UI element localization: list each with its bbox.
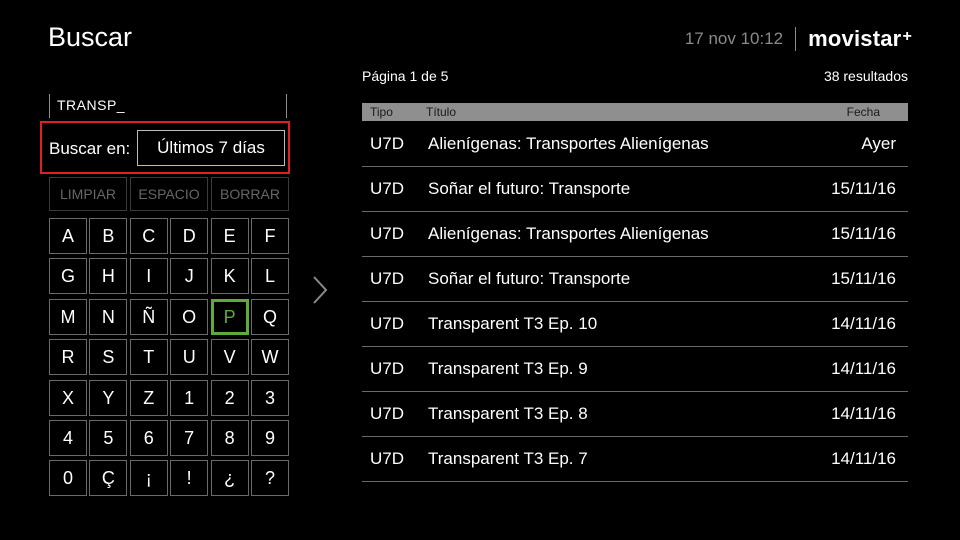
result-type: U7D: [370, 134, 405, 153]
key-25[interactable]: Y: [89, 379, 128, 416]
result-title: Transparent T3 Ep. 7: [428, 449, 588, 468]
key-31[interactable]: 5: [89, 420, 128, 456]
key-36[interactable]: 0: [49, 460, 87, 497]
result-title: Alienígenas: Transportes Alienígenas: [428, 134, 709, 153]
key-9[interactable]: J: [170, 258, 209, 295]
key-0[interactable]: A: [49, 218, 87, 254]
result-row[interactable]: U7D Soñar el futuro: Transporte 15/11/16: [362, 256, 908, 302]
key-37[interactable]: Ç: [89, 460, 128, 497]
time-range-select[interactable]: Últimos 7 días: [137, 130, 285, 166]
key-28[interactable]: 2: [210, 379, 249, 416]
filter-label: Buscar en:: [49, 139, 131, 158]
date-time: 17 nov 10:12: [684, 29, 784, 48]
column-header-titulo: Título: [426, 105, 457, 119]
result-count: 38 resultados: [823, 68, 908, 84]
result-title: Transparent T3 Ep. 9: [428, 359, 588, 378]
result-row[interactable]: U7D Soñar el futuro: Transporte 15/11/16: [362, 166, 908, 212]
result-date: 15/11/16: [831, 224, 896, 243]
result-type: U7D: [370, 269, 405, 288]
brand-logo: movistar+: [808, 26, 912, 52]
result-row[interactable]: U7D Transparent T3 Ep. 9 14/11/16: [362, 346, 908, 392]
result-title: Alienígenas: Transportes Alienígenas: [428, 224, 709, 243]
result-row[interactable]: U7D Alienígenas: Transportes Alienígenas 1…: [362, 211, 908, 257]
result-type: U7D: [370, 179, 405, 198]
brand-plus: +: [902, 28, 912, 45]
result-title: Transparent T3 Ep. 10: [428, 314, 598, 333]
column-header-fecha: Fecha: [846, 105, 880, 119]
result-row[interactable]: U7D Transparent T3 Ep. 8 14/11/16: [362, 391, 908, 437]
key-11[interactable]: L: [251, 258, 289, 295]
result-row[interactable]: U7D Alienígenas: Transportes Alienígenas A…: [362, 121, 908, 167]
result-title: Transparent T3 Ep. 8: [428, 404, 588, 423]
result-date: 15/11/16: [831, 269, 896, 288]
key-41[interactable]: ?: [251, 460, 289, 497]
result-date: 14/11/16: [831, 359, 896, 378]
key-3[interactable]: D: [170, 218, 209, 254]
result-date: 14/11/16: [831, 314, 896, 333]
key-6[interactable]: G: [49, 258, 87, 295]
key-16[interactable]: P: [210, 298, 249, 335]
key-7[interactable]: H: [89, 258, 128, 295]
key-13[interactable]: N: [89, 298, 128, 335]
key-34[interactable]: 8: [210, 420, 249, 456]
page-indicator: Página 1 de 5: [362, 68, 449, 84]
key-5[interactable]: F: [251, 218, 289, 254]
result-date: 14/11/16: [831, 404, 896, 423]
key-18[interactable]: R: [49, 339, 87, 376]
key-15[interactable]: O: [170, 298, 209, 335]
key-35[interactable]: 9: [251, 420, 289, 456]
key-27[interactable]: 1: [170, 379, 209, 416]
key-10[interactable]: K: [210, 258, 249, 295]
key-2[interactable]: C: [129, 218, 168, 254]
key-32[interactable]: 6: [129, 420, 168, 456]
key-26[interactable]: Z: [129, 379, 168, 416]
key-1[interactable]: B: [89, 218, 128, 254]
key-22[interactable]: V: [210, 339, 249, 376]
key-24[interactable]: X: [49, 379, 87, 416]
column-header-tipo: Tipo: [370, 105, 393, 119]
key-38[interactable]: ¡: [129, 460, 168, 497]
action-row: LIMPIAR ESPACIO BORRAR: [49, 177, 289, 211]
result-type: U7D: [370, 449, 405, 468]
key-12[interactable]: M: [49, 298, 87, 335]
result-type: U7D: [370, 359, 405, 378]
result-row[interactable]: U7D Transparent T3 Ep. 7 14/11/16: [362, 436, 908, 482]
clear-button[interactable]: LIMPIAR: [49, 177, 127, 211]
key-8[interactable]: I: [129, 258, 168, 295]
key-17[interactable]: Q: [251, 298, 289, 335]
key-20[interactable]: T: [129, 339, 168, 376]
key-21[interactable]: U: [170, 339, 209, 376]
result-type: U7D: [370, 224, 405, 243]
divider: [795, 27, 797, 51]
search-input[interactable]: TRANSP_: [49, 94, 287, 118]
column-header: Tipo Título Fecha: [362, 103, 908, 121]
result-title: Soñar el futuro: Transporte: [428, 179, 631, 198]
space-button[interactable]: ESPACIO: [130, 177, 208, 211]
result-date: 14/11/16: [831, 449, 896, 468]
key-4[interactable]: E: [210, 218, 249, 254]
key-33[interactable]: 7: [170, 420, 209, 456]
key-40[interactable]: ¿: [210, 460, 249, 497]
key-39[interactable]: !: [170, 460, 209, 497]
result-title: Soñar el futuro: Transporte: [428, 269, 631, 288]
result-type: U7D: [370, 404, 405, 423]
result-row[interactable]: U7D Transparent T3 Ep. 10 14/11/16: [362, 301, 908, 347]
key-23[interactable]: W: [251, 339, 289, 376]
top-bar: 17 nov 10:12 movistar+: [685, 26, 912, 52]
search-query-text: TRANSP_: [57, 97, 126, 113]
result-date: 15/11/16: [831, 179, 896, 198]
brand-name: movistar: [808, 26, 902, 51]
key-19[interactable]: S: [89, 339, 128, 376]
key-29[interactable]: 3: [251, 379, 289, 416]
result-date: Ayer: [861, 134, 896, 153]
key-14[interactable]: Ñ: [129, 298, 168, 335]
delete-button[interactable]: BORRAR: [211, 177, 289, 211]
result-type: U7D: [370, 314, 405, 333]
key-30[interactable]: 4: [49, 420, 87, 456]
page-title: Buscar: [48, 22, 133, 52]
chevron-right-icon[interactable]: [312, 275, 328, 305]
